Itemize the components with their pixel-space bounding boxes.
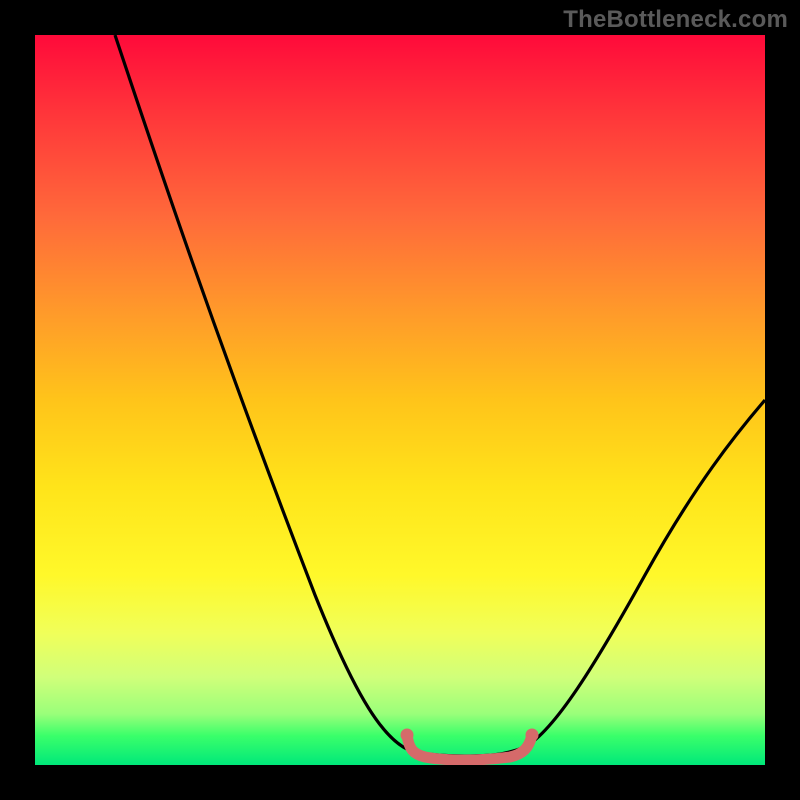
watermark-text: TheBottleneck.com — [563, 6, 788, 34]
optimal-band-dot-right — [526, 729, 539, 742]
chart-svg — [35, 35, 765, 765]
plot-area — [35, 35, 765, 765]
optimal-band — [407, 735, 532, 760]
bottleneck-curve — [115, 35, 765, 756]
optimal-band-dot-left — [401, 729, 414, 742]
chart-frame: TheBottleneck.com — [0, 0, 800, 800]
